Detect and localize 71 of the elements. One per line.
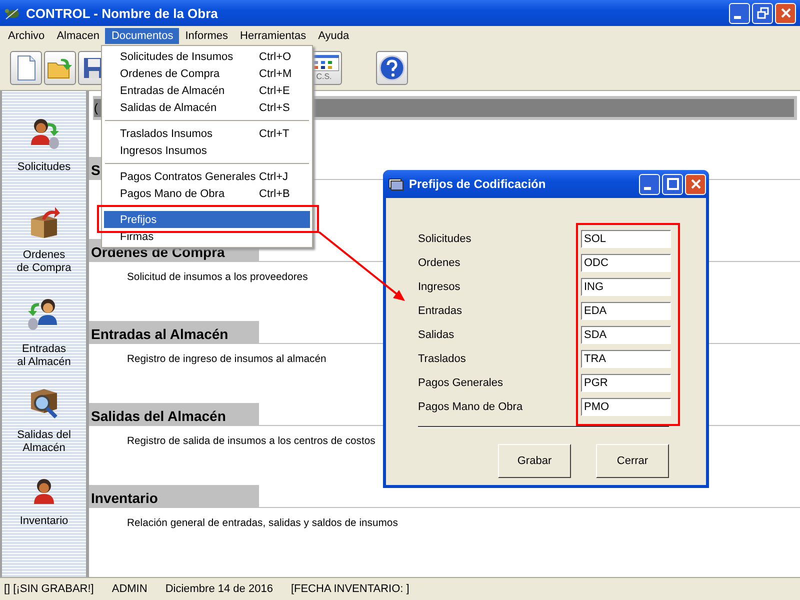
- sidebar-label[interactable]: Solicitudes: [17, 161, 71, 174]
- minimize-icon: [734, 16, 741, 18]
- new-document-button[interactable]: [10, 50, 42, 84]
- section-description: Registro de ingreso de insumos al almacén: [127, 354, 326, 365]
- maximize-button[interactable]: [662, 174, 683, 194]
- person-icon: [31, 477, 57, 505]
- menu-item[interactable]: Documentos: [105, 28, 180, 44]
- status-text: Diciembre 14 de 2016: [165, 583, 273, 595]
- section-description: Registro de salida de insumos a los centros de costos: [127, 436, 376, 447]
- header-text: (: [94, 101, 98, 115]
- field-label: Pagos Mano de Obra: [418, 401, 524, 413]
- field-label: Solicitudes: [418, 233, 472, 245]
- menu-option[interactable]: Prefijos: [104, 211, 310, 228]
- field-label: Entradas: [418, 305, 464, 317]
- input-field[interactable]: PGR: [581, 374, 671, 392]
- person-arrow-icon: [28, 117, 60, 151]
- field-label: Traslados: [418, 353, 467, 365]
- close-icon: [780, 7, 792, 19]
- input-field[interactable]: PMO: [581, 398, 671, 416]
- status-text: [FECHA INVENTARIO: ]: [290, 583, 410, 595]
- menu-item[interactable]: Archivo: [2, 28, 51, 44]
- section-description: Relación general de entradas, salidas y saldos de insumos: [127, 518, 398, 529]
- field-label: Salidas: [418, 329, 456, 341]
- input-field[interactable]: ING: [581, 278, 671, 296]
- close-button[interactable]: [775, 2, 796, 24]
- window-title: CONTROL - Nombre de la Obra: [26, 6, 219, 20]
- section-description: Solicitud de insumos a los proveedores: [127, 272, 308, 283]
- menu-item[interactable]: Informes: [179, 28, 234, 44]
- dialog-title: Prefijos de Codificación: [409, 177, 547, 191]
- input-field[interactable]: SOL: [581, 230, 671, 248]
- section-heading: Inventario: [89, 485, 259, 507]
- menu-option[interactable]: Salidas de Almacén Ctrl+S: [104, 99, 310, 116]
- sidebar-label[interactable]: Ordenes de Compra: [16, 249, 72, 275]
- document-icon: [15, 54, 37, 80]
- input-field[interactable]: SDA: [581, 326, 671, 344]
- status-text: ADMIN: [112, 583, 148, 595]
- close-icon: [690, 178, 702, 190]
- menu-item[interactable]: Almacen: [50, 28, 106, 44]
- open-button[interactable]: [44, 50, 76, 84]
- minimize-icon: [644, 186, 651, 190]
- menu-option[interactable]: Traslados Insumos Ctrl+T: [104, 125, 310, 142]
- sidebar-label[interactable]: Salidas del Almacén: [17, 429, 71, 455]
- minimize-button[interactable]: [729, 2, 750, 24]
- box-magnifier-icon: [28, 387, 60, 419]
- section-heading: Entradas al Almacén: [89, 321, 259, 343]
- menu-item[interactable]: Herramientas: [234, 28, 312, 44]
- close-button[interactable]: [685, 174, 706, 194]
- status-text: [] [¡SIN GRABAR!]: [4, 583, 94, 595]
- help-icon: [379, 54, 405, 80]
- field-label: Ordenes: [418, 257, 462, 269]
- help-button[interactable]: [376, 50, 408, 84]
- minimize-button[interactable]: [639, 174, 660, 194]
- section-heading: Salidas del Almacén: [89, 403, 259, 425]
- dialog-button[interactable]: Cerrar: [596, 444, 669, 478]
- dialog-button[interactable]: Grabar: [498, 444, 571, 478]
- input-field[interactable]: EDA: [581, 302, 671, 320]
- sidebar-label[interactable]: Entradas al Almacén: [17, 343, 71, 369]
- menu-item[interactable]: Ayuda: [312, 28, 356, 44]
- maximize-icon: [666, 178, 678, 190]
- menu-option[interactable]: Entradas de Almacén Ctrl+E: [104, 82, 310, 99]
- field-label: Ingresos: [418, 281, 462, 293]
- field-label: Pagos Generales: [418, 377, 504, 389]
- window-icon: [388, 177, 404, 191]
- restore-icon: [756, 7, 768, 19]
- input-field[interactable]: TRA: [581, 350, 671, 368]
- sidebar-label[interactable]: Inventario: [20, 515, 68, 528]
- menu-option[interactable]: Ingresos Insumos: [104, 142, 310, 159]
- box-arrow-icon: [28, 207, 60, 239]
- menu-option[interactable]: Pagos Mano de Obra Ctrl+B: [104, 185, 310, 202]
- restore-button[interactable]: [752, 2, 773, 24]
- input-field[interactable]: ODC: [581, 254, 671, 272]
